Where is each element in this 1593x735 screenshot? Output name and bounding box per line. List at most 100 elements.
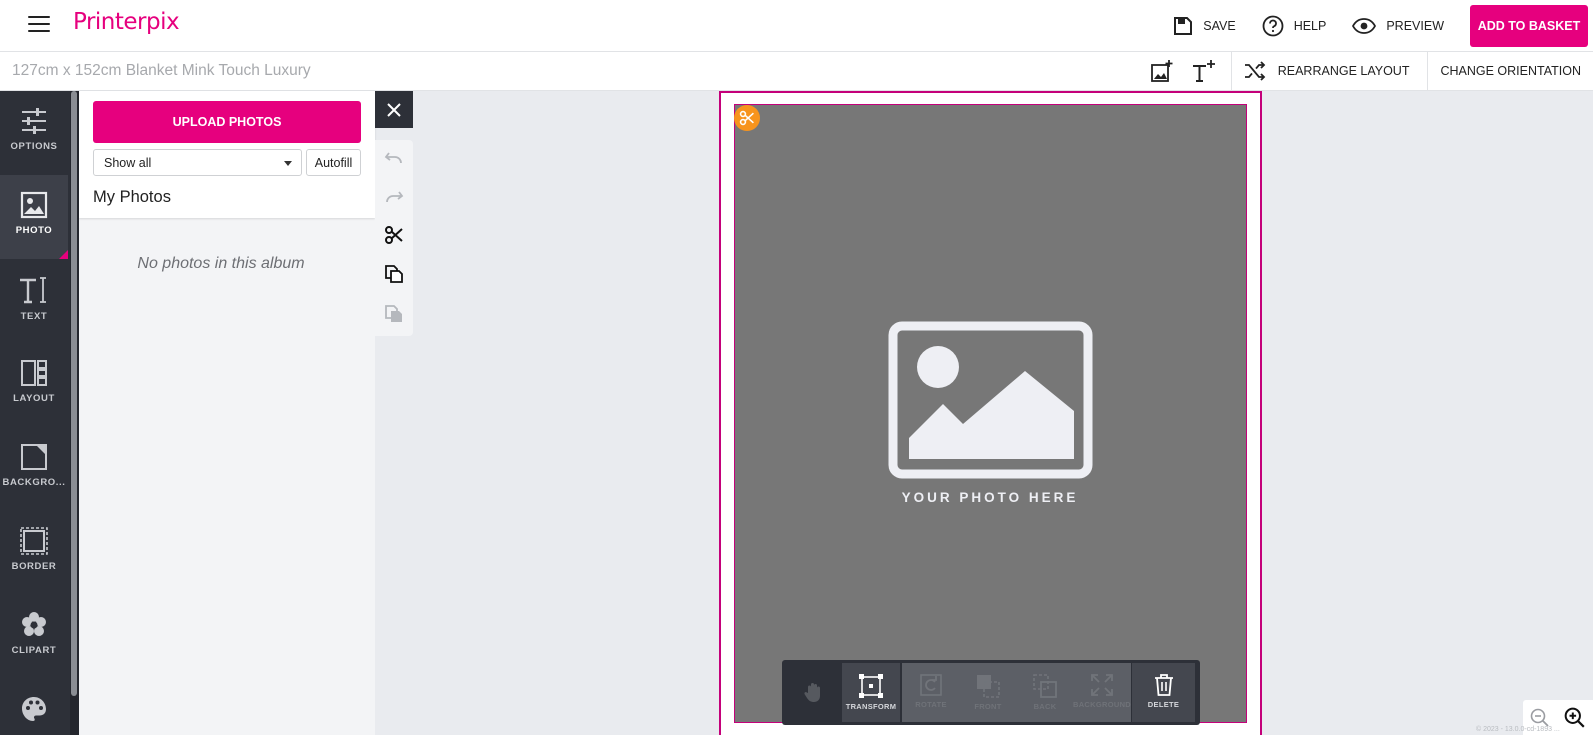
border-icon	[20, 527, 48, 555]
paste-button[interactable]	[383, 303, 405, 325]
transform-button[interactable]: TRANSFORM	[842, 663, 900, 722]
tool-label: TRANSFORM	[845, 702, 897, 711]
rearrange-layout-button[interactable]: REARRANGE LAYOUT	[1238, 61, 1422, 81]
change-orientation-button[interactable]: CHANGE ORIENTATION	[1434, 64, 1593, 78]
background-fit-button[interactable]: BACKGROUND	[1073, 663, 1131, 722]
rotate-button[interactable]: ROTATE	[902, 663, 960, 722]
product-bar: 127cm x 152cm Blanket Mink Touch Luxury …	[0, 52, 1593, 91]
transform-icon	[859, 674, 883, 698]
photos-panel-header: UPLOAD PHOTOS Show all Autofill My Photo…	[79, 91, 375, 218]
logo[interactable]: Printerpix	[73, 9, 180, 35]
redo-icon	[386, 191, 404, 203]
album-filter-value: Show all	[104, 156, 152, 170]
undo-button[interactable]	[383, 147, 405, 169]
copy-button[interactable]	[383, 263, 405, 285]
empty-album-message: No photos in this album	[137, 255, 305, 272]
sidebar-item-label: TEXT	[20, 311, 48, 322]
background-icon	[21, 444, 47, 470]
orientation-label: CHANGE ORIENTATION	[1440, 64, 1581, 78]
paste-icon	[385, 305, 402, 322]
shuffle-icon	[1244, 61, 1266, 81]
rearrange-label: REARRANGE LAYOUT	[1277, 64, 1410, 78]
crop-badge[interactable]	[734, 105, 760, 131]
layout-icon	[21, 360, 47, 386]
scissors-icon	[739, 110, 754, 126]
front-icon	[977, 675, 1000, 698]
sidebar-item-label: OPTIONS	[10, 141, 58, 152]
sidebar-item-background[interactable]: BACKGRO...	[0, 427, 68, 511]
text-icon	[20, 277, 46, 304]
sidebar-item-photo[interactable]: PHOTO	[0, 175, 68, 259]
help-label: HELP	[1293, 19, 1327, 33]
scissors-icon	[385, 226, 403, 244]
add-text-button[interactable]	[1183, 52, 1225, 90]
add-photo-icon	[1150, 60, 1173, 82]
scrollbar-thumb[interactable]	[71, 91, 77, 696]
album-filter-select[interactable]: Show all	[93, 149, 302, 176]
close-panel-button[interactable]	[375, 91, 413, 128]
top-bar: Printerpix SAVE HELP PREVIEW ADD TO BASK…	[0, 0, 1593, 52]
sidebar-item-palette[interactable]	[0, 679, 68, 735]
sidebar-item-border[interactable]: BORDER	[0, 511, 68, 595]
redo-button[interactable]	[383, 186, 405, 208]
image-placeholder-icon	[888, 321, 1093, 479]
sidebar-item-label: BORDER	[11, 561, 57, 572]
element-toolbar: TRANSFORM ROTATE FRONT BACK BACKGROUND D…	[782, 660, 1200, 725]
add-photo-button[interactable]	[1141, 52, 1183, 90]
back-button[interactable]: BACK	[1016, 663, 1074, 722]
preview-button[interactable]: PREVIEW	[1352, 18, 1444, 34]
preview-label: PREVIEW	[1386, 19, 1444, 33]
copy-icon	[385, 265, 403, 283]
sidebar-item-options[interactable]: OPTIONS	[0, 91, 68, 175]
hand-icon	[804, 683, 820, 702]
sidebar-item-text[interactable]: TEXT	[0, 259, 68, 343]
tool-label: BACKGROUND	[1073, 700, 1131, 709]
delete-button[interactable]: DELETE	[1132, 663, 1195, 722]
help-button[interactable]: HELP	[1262, 15, 1327, 37]
hamburger-menu-icon[interactable]	[28, 16, 50, 34]
photo-placeholder-label: YOUR PHOTO HERE	[901, 490, 1079, 505]
edit-tools	[375, 140, 413, 336]
sidebar-item-label: PHOTO	[15, 225, 53, 236]
cut-button[interactable]	[383, 224, 405, 246]
add-to-basket-button[interactable]: ADD TO BASKET	[1470, 5, 1588, 47]
sliders-icon	[22, 108, 46, 134]
zoom-out-icon[interactable]	[1530, 708, 1550, 728]
left-sidebar: OPTIONS PHOTO TEXT LAYOUT BACKGRO... BOR…	[0, 91, 79, 735]
upload-photos-button[interactable]: UPLOAD PHOTOS	[93, 101, 361, 143]
eye-icon	[1352, 18, 1377, 34]
undo-icon	[384, 152, 402, 164]
add-text-icon	[1192, 60, 1215, 82]
save-button[interactable]: SAVE	[1173, 16, 1236, 36]
clipart-icon	[22, 612, 46, 636]
sidebar-scrollbar[interactable]	[70, 91, 79, 735]
save-icon	[1174, 17, 1193, 35]
divider	[1230, 52, 1232, 90]
tool-label: DELETE	[1147, 700, 1180, 709]
layout-actions: REARRANGE LAYOUT CHANGE ORIENTATION	[1141, 52, 1593, 90]
divider	[1427, 52, 1429, 90]
autofill-button[interactable]: Autofill	[306, 149, 361, 176]
photos-panel: UPLOAD PHOTOS Show all Autofill My Photo…	[79, 91, 375, 735]
back-icon	[1033, 674, 1057, 698]
tool-label: FRONT	[974, 702, 1002, 711]
pan-button[interactable]	[784, 663, 842, 722]
sidebar-item-label: LAYOUT	[13, 393, 55, 404]
trash-icon	[1154, 674, 1173, 696]
rotate-icon	[920, 674, 942, 696]
front-button[interactable]: FRONT	[959, 663, 1017, 722]
sidebar-item-clipart[interactable]: CLIPART	[0, 595, 68, 679]
version-text: © 2023 - 13.0.0-cd-1893 ...	[1476, 726, 1560, 733]
product-title: 127cm x 152cm Blanket Mink Touch Luxury	[12, 62, 311, 79]
sidebar-item-label: BACKGRO...	[2, 477, 66, 488]
sidebar-item-layout[interactable]: LAYOUT	[0, 343, 68, 427]
my-photos-heading: My Photos	[93, 188, 171, 206]
save-label: SAVE	[1203, 19, 1236, 33]
background-fit-icon	[1091, 674, 1113, 696]
tool-label: BACK	[1033, 702, 1057, 711]
zoom-in-icon[interactable]	[1564, 707, 1586, 729]
help-icon	[1262, 15, 1284, 37]
close-icon	[387, 102, 401, 117]
chevron-down-icon	[284, 161, 292, 166]
tool-label: ROTATE	[915, 700, 947, 709]
